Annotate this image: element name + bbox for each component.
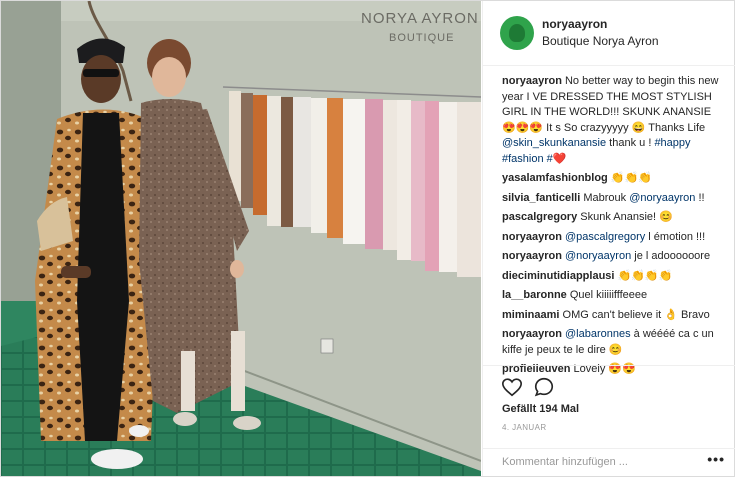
sign-line1: NORYA AYRON [361, 10, 479, 27]
post-header: noryaayron Boutique Norya Ayron [483, 1, 735, 66]
comment-text: Skunk Anansie! 😊 [580, 211, 673, 223]
comment-text: 👏👏👏👏 [617, 269, 673, 282]
sign-line2: BOUTIQUE [389, 32, 454, 44]
comment-item: silvia_fanticelli Mabrouk @noryaayron !! [502, 191, 724, 207]
comment-item: noryaayron @noryaayron je l adoooooore [502, 249, 724, 265]
comment-text-2: !! [695, 191, 705, 204]
comment-text-2: je l adoooooore [631, 250, 711, 262]
comment-item: pascalgregory Skunk Anansie! 😊 [502, 210, 724, 226]
comment-username[interactable]: miminaami [502, 309, 559, 321]
comment-mention[interactable]: @pascalgregory [565, 231, 645, 243]
comment-username[interactable]: yasalamfashionblog [502, 172, 608, 184]
comment-item: la__baronne Quel kiiiiifffeeee [502, 288, 724, 304]
comment-text: Mabrouk [583, 191, 630, 204]
comment-bubble-icon[interactable] [533, 376, 555, 398]
comment-text: OMG can't believe it 👌 Bravo [562, 308, 710, 321]
comment-username[interactable]: silvia_fanticelli [502, 192, 580, 204]
comment-username[interactable]: dieciminutidiapplausi [502, 270, 614, 282]
comment-item: yasalamfashionblog 👏👏👏 [502, 171, 724, 187]
comment-username[interactable]: noryaayron [502, 328, 562, 340]
comment-username[interactable]: noryaayron [502, 231, 562, 243]
comment-text: Quel kiiiiifffeeee [569, 289, 648, 301]
comment-username[interactable]: la__baronne [502, 289, 567, 301]
comment-text-2: thank u ! [606, 137, 655, 149]
comment-username[interactable]: pascalgregory [502, 211, 577, 223]
add-comment-bar: Kommentar hinzufügen ... ••• [483, 448, 735, 477]
comment-item: dieciminutidiapplausi 👏👏👏👏 [502, 269, 724, 285]
post-photo[interactable]: NORYA AYRON BOUTIQUE [1, 1, 481, 476]
comment-mention[interactable]: @skin_skunkanansie [502, 137, 606, 149]
post-sidebar: noryaayron Boutique Norya Ayron noryaayr… [482, 1, 735, 476]
comment-username[interactable]: noryaayron [502, 75, 562, 87]
more-options-icon[interactable]: ••• [707, 451, 725, 467]
header-location[interactable]: Boutique Norya Ayron [542, 34, 659, 48]
comment-item: noryaayron No better way to begin this n… [502, 74, 724, 167]
comment-item: noryaayron @labaronnes à wéééé ca c un k… [502, 327, 724, 358]
avatar[interactable] [500, 16, 534, 50]
comment-username[interactable]: noryaayron [502, 250, 562, 262]
photo-illustration: NORYA AYRON BOUTIQUE [1, 1, 481, 476]
likes-count[interactable]: Gefällt 194 Mal [502, 403, 579, 415]
heart-icon[interactable] [501, 376, 523, 398]
comment-text-2: l émotion !!! [645, 230, 706, 243]
comment-mention[interactable]: @labaronnes [565, 328, 631, 340]
comment-item: noryaayron @pascalgregory l émotion !!! [502, 230, 724, 246]
header-username[interactable]: noryaayron [542, 17, 607, 31]
post-actions: Gefällt 194 Mal 4. JANUAR Kommentar hinz… [483, 365, 735, 476]
comment-item: miminaami OMG can't believe it 👌 Bravo [502, 308, 724, 324]
comment-list: noryaayron No better way to begin this n… [502, 74, 724, 382]
avatar-image [509, 24, 525, 42]
add-comment-input[interactable]: Kommentar hinzufügen ... [502, 456, 628, 468]
comment-text: 👏👏👏 [610, 172, 652, 184]
post-date: 4. JANUAR [502, 423, 547, 432]
comment-mention[interactable]: @noryaayron [565, 250, 631, 262]
comment-tail: ❤️ [552, 152, 567, 165]
comment-mention[interactable]: @noryaayron [629, 192, 695, 204]
instagram-post: NORYA AYRON BOUTIQUE noryaayron Boutique… [0, 0, 735, 477]
